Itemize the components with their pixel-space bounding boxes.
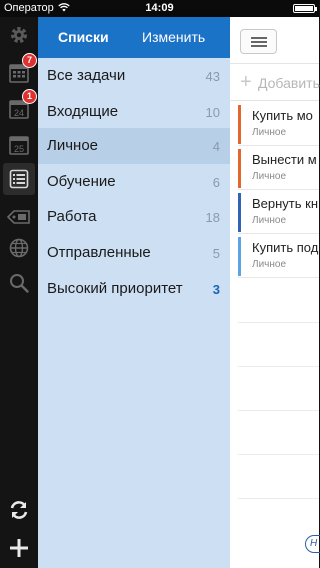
list-item[interactable]: Все задачи 43 [38, 58, 230, 94]
list-item[interactable]: Работа 18 [38, 199, 230, 235]
list-item-selected[interactable]: Личное 4 [38, 128, 230, 164]
divider [238, 366, 319, 367]
list-name: Отправленные [47, 244, 151, 261]
tasks-panel: + Добавить Купить мо Личное Вынести м Ли… [230, 17, 320, 568]
edit-button[interactable]: Изменить [142, 29, 205, 45]
task-title: Купить мо [252, 108, 313, 123]
clock: 14:09 [145, 2, 174, 14]
list-item[interactable]: Высокий приоритет 3 [38, 271, 230, 307]
search-icon[interactable] [3, 267, 35, 299]
task-title: Купить под [252, 240, 319, 255]
list-count: 6 [212, 175, 220, 190]
divider [238, 322, 319, 323]
tags-icon[interactable] [3, 201, 35, 233]
task-item[interactable]: Купить под Личное [238, 235, 319, 278]
task-item[interactable]: Купить мо Личное [238, 103, 319, 146]
priority-bar [238, 237, 241, 276]
settings-icon[interactable] [3, 19, 35, 51]
task-list: Личное [252, 171, 287, 182]
lists-panel: Списки Изменить Все задачи 43 Входящие 1… [38, 17, 230, 568]
divider [238, 410, 319, 411]
priority-bar [238, 149, 241, 188]
task-item[interactable]: Вынести м Личное [238, 147, 319, 190]
list-name: Работа [47, 208, 97, 225]
list-count: 5 [212, 246, 220, 261]
plus-icon: + [240, 71, 252, 93]
sync-icon[interactable] [3, 494, 35, 526]
lists-header: Списки Изменить [38, 17, 230, 58]
divider [238, 454, 319, 455]
battery-icon [293, 4, 317, 13]
calendar-grid-icon[interactable]: 7 [3, 53, 37, 89]
left-toolbar: 7 24 1 25 [0, 17, 38, 568]
add-icon[interactable] [3, 532, 35, 564]
add-task-field[interactable]: + Добавить [230, 63, 320, 101]
divider [238, 498, 319, 499]
badge: 7 [22, 53, 37, 68]
add-task-placeholder: Добавить [258, 75, 320, 91]
list-count: 4 [212, 139, 220, 154]
task-item[interactable]: Вернуть кн Личное [238, 191, 319, 234]
list-count: 43 [205, 69, 220, 84]
calendar-day-icon[interactable]: 24 1 [3, 89, 37, 125]
task-list: Личное [252, 127, 287, 138]
task-title: Вернуть кн [252, 196, 319, 211]
lists-icon[interactable] [3, 163, 35, 195]
list-item[interactable]: Входящие 10 [38, 94, 230, 130]
status-bar: Оператор 14:09 [0, 0, 319, 17]
list-item[interactable]: Обучение 6 [38, 164, 230, 200]
list-count: 18 [205, 210, 220, 225]
badge: 1 [22, 89, 37, 104]
list-count: 3 [212, 282, 220, 297]
svg-text:24: 24 [14, 108, 24, 118]
priority-bar [238, 105, 241, 144]
list-name: Личное [47, 137, 99, 154]
hint-pill[interactable]: H [305, 535, 320, 553]
globe-icon[interactable] [3, 232, 35, 264]
menu-icon [251, 37, 267, 39]
task-list: Личное [252, 259, 287, 270]
list-name: Обучение [47, 173, 116, 190]
task-list: Личное [252, 215, 287, 226]
task-title: Вынести м [252, 152, 317, 167]
menu-button[interactable] [240, 29, 277, 54]
calendar-25-icon[interactable]: 25 [3, 129, 35, 161]
list-item[interactable]: Отправленные 5 [38, 235, 230, 271]
list-count: 10 [205, 105, 220, 120]
list-name: Все задачи [47, 67, 126, 84]
list-name: Входящие [47, 103, 119, 120]
calendar-date: 25 [14, 144, 24, 154]
list-name: Высокий приоритет [47, 280, 183, 297]
lists-title: Списки [58, 29, 109, 45]
priority-bar [238, 193, 241, 232]
